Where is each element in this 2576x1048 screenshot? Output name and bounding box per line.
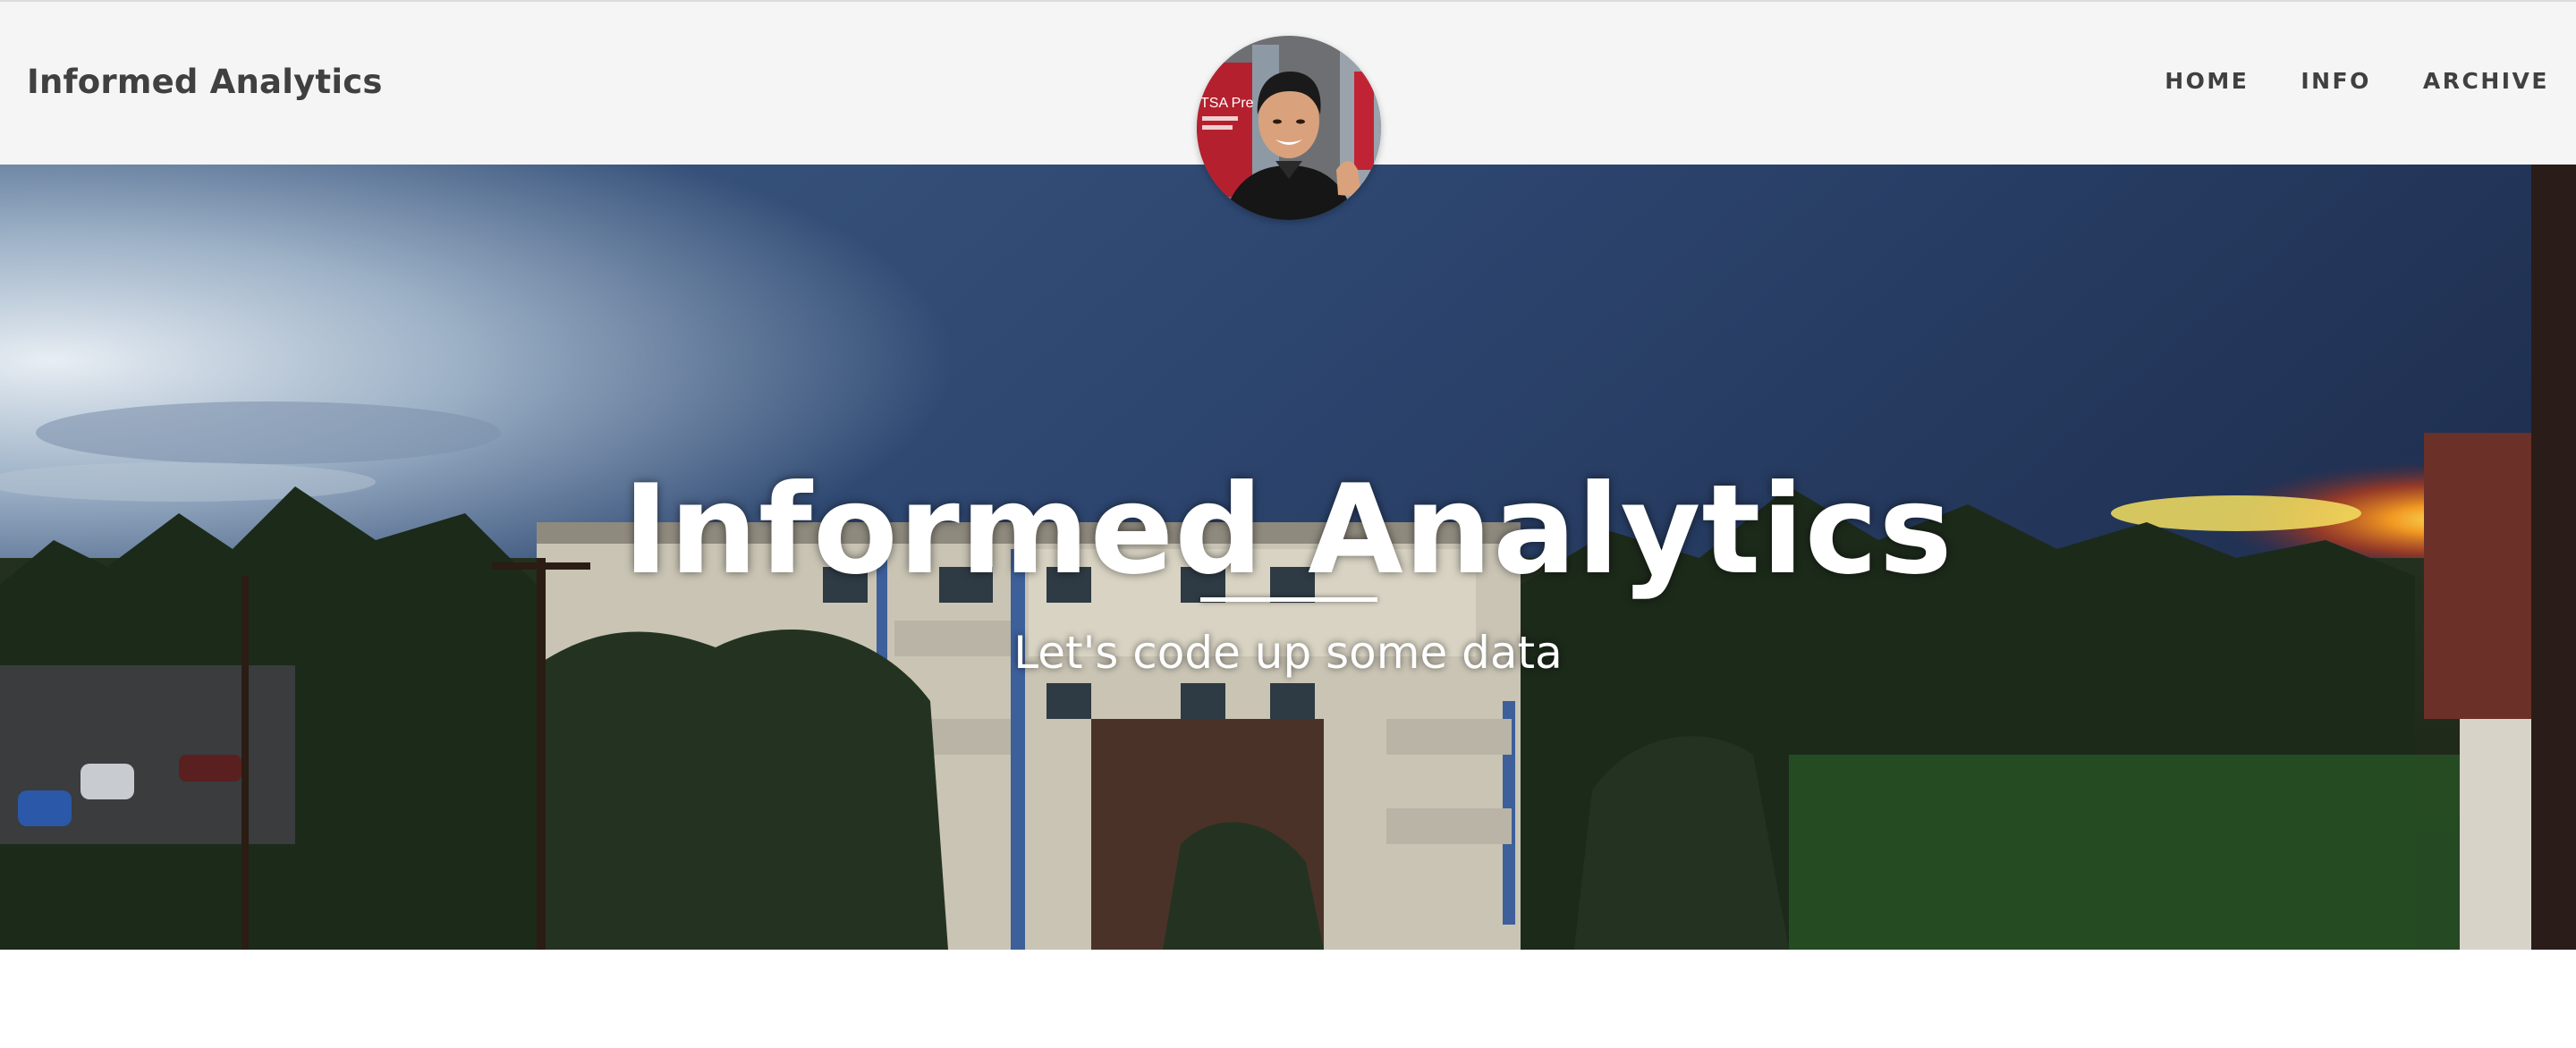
avatar-sign-text: TSA Pre (1200, 96, 1254, 111)
nav-home-link[interactable]: HOME (2165, 68, 2249, 94)
nav-archive-link[interactable]: ARCHIVE (2423, 68, 2549, 94)
avatar[interactable]: TSA Pre (1197, 36, 1381, 220)
hero-title: Informed Analytics (623, 458, 1953, 602)
brand-link[interactable]: Informed Analytics (27, 63, 383, 101)
hero-divider (1200, 597, 1377, 602)
nav-info-link[interactable]: INFO (2301, 68, 2371, 94)
nav-links: HOME INFO ARCHIVE (2113, 68, 2549, 94)
hero-subtitle: Let's code up some data (1013, 627, 1563, 679)
hero-section: Informed Analytics Let's code up some da… (0, 165, 2576, 950)
avatar-image: TSA Pre (1197, 36, 1381, 220)
